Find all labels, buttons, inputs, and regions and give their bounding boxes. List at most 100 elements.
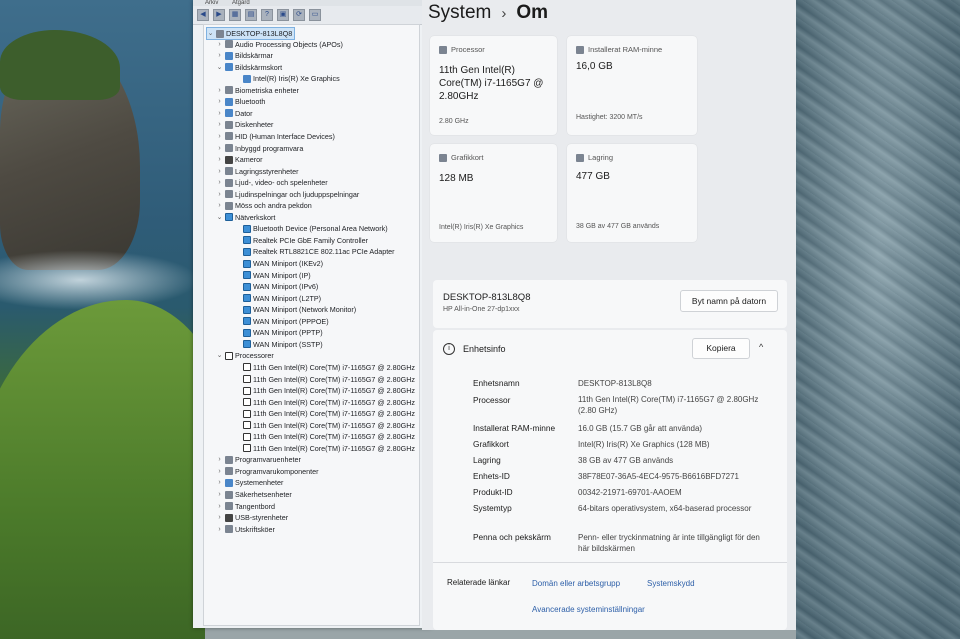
device-tree-item[interactable]: 11th Gen Intel(R) Core(TM) i7-1165G7 @ 2…	[234, 397, 415, 408]
device-specs-header[interactable]: i Enhetsinfo	[443, 343, 506, 355]
chevron-right-icon[interactable]: ›	[216, 477, 223, 488]
ram-card-title: Installerat RAM-minne	[588, 45, 663, 54]
device-tree-label: 11th Gen Intel(R) Core(TM) i7-1165G7 @ 2…	[253, 409, 416, 419]
properties-icon[interactable]: ▤	[245, 9, 257, 21]
device-tree-item[interactable]: 11th Gen Intel(R) Core(TM) i7-1165G7 @ 2…	[234, 408, 415, 419]
chevron-right-icon[interactable]: ›	[216, 189, 223, 200]
device-tree-category[interactable]: › Ljud-, video- och spelenheter	[216, 177, 327, 188]
device-tree-category[interactable]: ⌄ Bildskärmskort	[216, 62, 283, 73]
device-specs-title: Enhetsinfo	[463, 344, 506, 354]
device-tree-item[interactable]: Intel(R) Iris(R) Xe Graphics	[234, 73, 340, 84]
advanced-system-settings-link[interactable]: Avancerade systeminställningar	[532, 605, 645, 614]
chevron-right-icon[interactable]: ›	[216, 85, 223, 96]
device-tree-item[interactable]: 11th Gen Intel(R) Core(TM) i7-1165G7 @ 2…	[234, 420, 415, 431]
chevron-right-icon[interactable]: ›	[216, 50, 223, 61]
chevron-down-icon[interactable]: ⌄	[207, 28, 214, 39]
device-tree-item[interactable]: WAN Miniport (Network Monitor)	[234, 304, 356, 315]
device-tree-item[interactable]: Realtek RTL8821CE 802.11ac PCIe Adapter	[234, 246, 395, 257]
device-tree-item[interactable]: WAN Miniport (L2TP)	[234, 293, 321, 304]
device-tree-category[interactable]: › Programvaruenheter	[216, 454, 301, 465]
chevron-right-icon[interactable]: ›	[216, 96, 223, 107]
device-tree-item[interactable]: Realtek PCIe GbE Family Controller	[234, 235, 368, 246]
chevron-down-icon[interactable]: ⌄	[216, 350, 223, 361]
forward-icon[interactable]: ▶	[213, 9, 225, 21]
device-tree-category[interactable]: › Kameror	[216, 154, 262, 165]
collapse-chevron-icon[interactable]: ^	[759, 342, 763, 352]
device-tree-category[interactable]: › Programvarukomponenter	[216, 466, 318, 477]
chevron-right-icon[interactable]: ›	[216, 200, 223, 211]
chevron-right-icon[interactable]: ›	[216, 501, 223, 512]
device-tree-item[interactable]: 11th Gen Intel(R) Core(TM) i7-1165G7 @ 2…	[234, 431, 415, 442]
scan-hardware-icon[interactable]: ⟳	[293, 9, 305, 21]
device-tree-label: Realtek PCIe GbE Family Controller	[253, 235, 369, 245]
device-tree-category[interactable]: ⌄ Processorer	[216, 350, 274, 361]
device-tree-item[interactable]: WAN Miniport (IKEv2)	[234, 258, 323, 269]
chevron-right-icon[interactable]: ›	[216, 466, 223, 477]
device-tree-item[interactable]: WAN Miniport (PPTP)	[234, 327, 323, 338]
device-tree-category[interactable]: ⌄ Nätverkskort	[216, 212, 276, 223]
device-tree-category[interactable]: › Audio Processing Objects (APOs)	[216, 39, 343, 50]
system-protection-link[interactable]: Systemskydd	[647, 579, 695, 588]
device-tree-category[interactable]: › Biometriska enheter	[216, 85, 299, 96]
chevron-down-icon[interactable]: ⌄	[216, 62, 223, 73]
device-tree-item[interactable]: Bluetooth Device (Personal Area Network)	[234, 223, 388, 234]
chevron-right-icon[interactable]: ›	[216, 512, 223, 523]
chevron-right-icon[interactable]: ›	[216, 131, 223, 142]
desktop-wallpaper-left	[0, 0, 205, 639]
device-tree-category[interactable]: › HID (Human Interface Devices)	[216, 131, 335, 142]
device-tree-category[interactable]: › Dator	[216, 108, 252, 119]
monitor-icon[interactable]: ▭	[309, 9, 321, 21]
back-icon[interactable]: ◀	[197, 9, 209, 21]
device-tree-label: Inbyggd programvara	[235, 143, 304, 153]
update-driver-icon[interactable]: ▣	[277, 9, 289, 21]
device-tree-category[interactable]: › Diskenheter	[216, 119, 273, 130]
device-tree-item[interactable]: 11th Gen Intel(R) Core(TM) i7-1165G7 @ 2…	[234, 385, 415, 396]
device-dark-icon	[225, 155, 233, 164]
device-tree-item[interactable]: 11th Gen Intel(R) Core(TM) i7-1165G7 @ 2…	[234, 374, 415, 385]
menu-arkiv[interactable]: Arkiv	[205, 0, 218, 6]
help-icon[interactable]: ?	[261, 9, 273, 21]
chevron-down-icon[interactable]: ⌄	[216, 212, 223, 223]
device-cpu-icon	[225, 351, 233, 360]
device-tree-category[interactable]: › Lagringsstyrenheter	[216, 166, 298, 177]
device-tree-category[interactable]: › Inbyggd programvara	[216, 143, 303, 154]
chevron-right-icon[interactable]: ›	[216, 119, 223, 130]
device-tree-category[interactable]: › Möss och andra pekdon	[216, 200, 311, 211]
device-tree-category[interactable]: › Ljudinspelningar och ljuduppspelningar	[216, 189, 359, 200]
device-tree-label: Realtek RTL8821CE 802.11ac PCIe Adapter	[253, 247, 395, 257]
device-tree-category[interactable]: › Systemenheter	[216, 477, 283, 488]
chevron-right-icon[interactable]: ›	[216, 143, 223, 154]
device-tree-item[interactable]: WAN Miniport (IP)	[234, 270, 311, 281]
device-tree-category[interactable]: › Bluetooth	[216, 96, 265, 107]
show-hide-icon[interactable]: ▦	[229, 9, 241, 21]
device-tree-item[interactable]: WAN Miniport (PPPOE)	[234, 316, 329, 327]
device-tree-item[interactable]: WAN Miniport (IPv6)	[234, 281, 318, 292]
device-tree-category[interactable]: › Utskriftsköer	[216, 524, 275, 535]
storage-card-value: 477 GB	[576, 171, 610, 182]
device-tree-item[interactable]: WAN Miniport (SSTP)	[234, 339, 323, 350]
device-grey-icon	[225, 455, 233, 464]
device-tree-category[interactable]: › Bildskärmar	[216, 50, 273, 61]
device-tree-category[interactable]: › USB-styrenheter	[216, 512, 288, 523]
chevron-right-icon[interactable]: ›	[216, 524, 223, 535]
chevron-right-icon[interactable]: ›	[216, 108, 223, 119]
info-icon: i	[443, 343, 455, 355]
processor-card: Processor 11th Gen Intel(R) Core(TM) i7-…	[430, 36, 557, 135]
device-grey-icon	[225, 525, 233, 534]
device-tree-item[interactable]: 11th Gen Intel(R) Core(TM) i7-1165G7 @ 2…	[234, 362, 415, 373]
copy-button[interactable]: Kopiera	[692, 338, 750, 359]
breadcrumb-system[interactable]: System	[428, 2, 491, 24]
spec-value: Intel(R) Iris(R) Xe Graphics (128 MB)	[578, 440, 710, 449]
chevron-right-icon[interactable]: ›	[216, 154, 223, 165]
chevron-right-icon[interactable]: ›	[216, 454, 223, 465]
device-tree-item[interactable]: 11th Gen Intel(R) Core(TM) i7-1165G7 @ 2…	[234, 443, 415, 454]
rename-pc-button[interactable]: Byt namn på datorn	[680, 290, 778, 312]
device-tree-category[interactable]: › Tangentbord	[216, 501, 275, 512]
menu-atgard[interactable]: Åtgärd	[232, 0, 250, 6]
chevron-right-icon[interactable]: ›	[216, 489, 223, 500]
device-tree-category[interactable]: › Säkerhetsenheter	[216, 489, 291, 500]
domain-workgroup-link[interactable]: Domän eller arbetsgrupp	[532, 579, 620, 588]
chevron-right-icon[interactable]: ›	[216, 177, 223, 188]
chevron-right-icon[interactable]: ›	[216, 166, 223, 177]
chevron-right-icon[interactable]: ›	[216, 39, 223, 50]
